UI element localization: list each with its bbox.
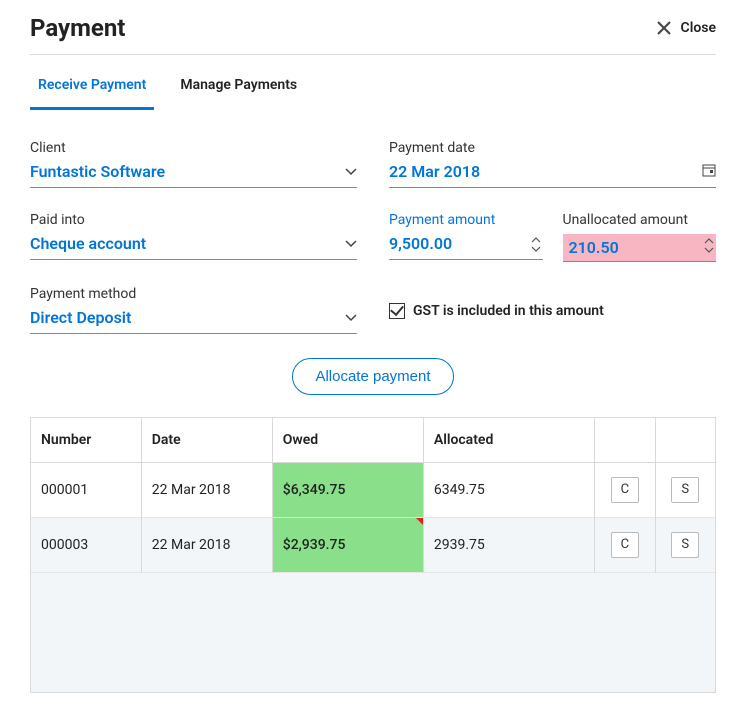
cell-number: 000003 [31,518,142,573]
chevron-down-icon [345,311,357,325]
col-action-s [655,418,715,463]
spinner-down-icon[interactable] [702,247,716,256]
col-date: Date [141,418,272,463]
calendar-icon [702,162,716,181]
tab-manage-payments[interactable]: Manage Payments [172,63,305,110]
close-button[interactable]: Close [655,19,716,37]
payment-amount-label: Payment amount [389,212,543,228]
paid-into-value: Cheque account [30,234,146,253]
client-select[interactable]: Funtastic Software [30,162,357,188]
payment-date-input[interactable]: 22 Mar 2018 [389,162,716,188]
table-empty-area [31,573,716,693]
payment-method-value: Direct Deposit [30,308,131,327]
cell-number: 000001 [31,463,142,518]
tab-receive-payment[interactable]: Receive Payment [30,63,154,110]
payment-date-label: Payment date [389,140,716,156]
allocate-payment-button[interactable]: Allocate payment [292,358,453,395]
table-row[interactable]: 000003 22 Mar 2018 $2,939.75 2939.75 C S [31,518,716,573]
cell-allocated[interactable]: 2939.75 [423,518,594,573]
row-action-s[interactable]: S [671,477,699,503]
allocation-table: Number Date Owed Allocated 000001 22 Mar… [30,417,716,693]
row-action-s[interactable]: S [671,532,699,558]
table-row[interactable]: 000001 22 Mar 2018 $6,349.75 6349.75 C S [31,463,716,518]
spinner-down-icon[interactable] [529,246,543,255]
payment-date-value: 22 Mar 2018 [389,162,480,181]
paid-into-label: Paid into [30,212,357,228]
row-action-c[interactable]: C [611,477,639,503]
col-allocated: Allocated [423,418,594,463]
close-label: Close [681,20,716,36]
spinner-up-icon[interactable] [529,237,543,246]
payment-method-select[interactable]: Direct Deposit [30,308,357,334]
client-value: Funtastic Software [30,162,165,181]
col-number: Number [31,418,142,463]
unallocated-amount-value: 210.50 [563,234,703,261]
client-label: Client [30,140,357,156]
unallocated-amount-label: Unallocated amount [563,212,717,228]
cell-owed[interactable]: $2,939.75 [272,518,423,573]
unallocated-amount-input[interactable]: 210.50 [563,234,717,262]
close-icon [655,19,673,37]
col-action-c [595,418,655,463]
spinner-up-icon[interactable] [702,238,716,247]
payment-amount-input[interactable]: 9,500.00 [389,234,543,260]
page-title: Payment [30,8,125,48]
cell-allocated[interactable]: 6349.75 [423,463,594,518]
col-owed: Owed [272,418,423,463]
payment-amount-value: 9,500.00 [389,234,529,259]
cell-date: 22 Mar 2018 [141,463,272,518]
chevron-down-icon [345,237,357,251]
payment-method-label: Payment method [30,286,357,302]
cell-date: 22 Mar 2018 [141,518,272,573]
row-action-c[interactable]: C [611,532,639,558]
gst-label: GST is included in this amount [413,303,604,319]
gst-checkbox[interactable] [389,303,405,319]
chevron-down-icon [345,165,357,179]
cell-owed[interactable]: $6,349.75 [272,463,423,518]
paid-into-select[interactable]: Cheque account [30,234,357,260]
